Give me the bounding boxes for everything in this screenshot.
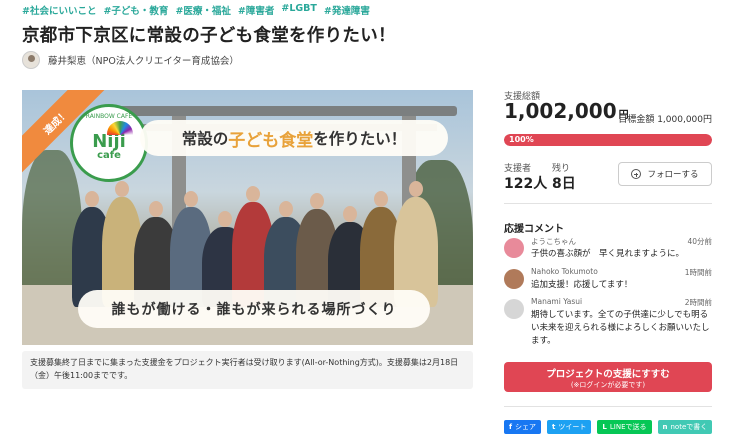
share-label: noteで書く — [670, 423, 708, 431]
rainbow-icon — [107, 121, 133, 135]
hero-banner-bottom: 誰もが働ける・誰もが来られる場所づくり — [78, 290, 430, 328]
line-icon: L — [602, 423, 607, 431]
total-amount: 1,002,000 円 — [504, 99, 629, 123]
total-amount-value: 1,002,000 — [504, 99, 617, 123]
commenter-name[interactable]: ようこちゃん — [531, 236, 576, 247]
project-owner[interactable]: 藤井梨恵（NPO法人クリエイター育成協会） — [22, 51, 239, 69]
supporters-count: 122人 — [504, 176, 548, 192]
tag-link[interactable]: #医療・福祉 — [175, 3, 230, 17]
follow-button-label: フォローする — [647, 170, 699, 180]
owner-avatar — [22, 51, 40, 69]
comment-time: 40分前 — [687, 237, 712, 246]
share-label: ツイート — [558, 423, 587, 431]
comment-item: ようこちゃん 40分前 子供の喜ぶ顔が 早く見れますように。 — [504, 236, 712, 266]
comment-text: 期待しています。全ての子供達に少しでも明るい未来を迎えられる様によろしくお願いい… — [531, 310, 710, 346]
support-button-sublabel: (※ログインが必要です) — [570, 381, 646, 389]
funding-notice: 支援募集終了日までに集まった支援金をプロジェクト実行者は受け取ります(All-o… — [22, 351, 473, 389]
banner-top-pre: 常設の — [181, 130, 229, 148]
niji-cafe-logo: RAINBOW CAFE Niji cafe — [70, 104, 148, 182]
note-icon: n — [662, 423, 668, 431]
logo-sub: cafe — [97, 150, 121, 161]
logo-word: Niji — [92, 131, 126, 152]
page-title: 京都市下京区に常設の子ども食堂を作りたい！ — [22, 26, 396, 46]
comments-heading: 応援コメント — [504, 224, 564, 235]
share-label: シェア — [515, 423, 537, 431]
remaining-days: 8日 — [552, 176, 576, 192]
comment-time: 2時間前 — [684, 298, 712, 307]
divider — [504, 203, 712, 204]
share-label: LINEで送る — [609, 423, 647, 431]
comment-item: Nahoko Tokumoto 1時間前 追加支援！応援してます！ — [504, 267, 712, 297]
tag-link[interactable]: #子ども・教育 — [103, 3, 168, 17]
commenter-name[interactable]: Manami Yasui — [531, 297, 582, 306]
commenter-avatar[interactable] — [504, 299, 524, 319]
commenter-name[interactable]: Nahoko Tokumoto — [531, 267, 598, 276]
tag-link[interactable]: #LGBT — [281, 3, 317, 17]
note-share-button[interactable]: n noteで書く — [657, 420, 713, 434]
divider — [504, 406, 712, 407]
plus-circle-icon — [631, 169, 642, 179]
tag-link[interactable]: #発達障害 — [324, 3, 370, 17]
group-photo-people — [72, 177, 442, 307]
goal-amount: 目標金額 1,000,000円 — [618, 115, 712, 125]
progress-bar-fill — [504, 134, 712, 146]
facebook-icon: f — [509, 423, 513, 431]
support-project-button[interactable]: プロジェクトの支援にすすむ (※ログインが必要です) — [504, 362, 712, 392]
tag-link[interactable]: #障害者 — [238, 3, 274, 17]
comment-time: 1時間前 — [684, 268, 712, 277]
progress-percent: 100% — [509, 135, 534, 144]
progress-bar: 100% — [504, 134, 712, 146]
share-buttons: f シェア t ツイート L LINEで送る n noteで書く — [504, 420, 713, 434]
support-button-label: プロジェクトの支援にすすむ — [546, 369, 670, 380]
banner-top-highlight: 子ども食堂 — [228, 130, 314, 151]
comment-item: Manami Yasui 2時間前 期待しています。全ての子供達に少しでも明るい… — [504, 297, 712, 347]
project-hero-image: 達成！ RAINBOW CAFE Niji cafe 常設の 子ども食堂 を作りたい… — [22, 90, 473, 345]
logo-arc-text: RAINBOW CAFE — [85, 113, 133, 120]
owner-name[interactable]: 藤井梨恵（NPO法人クリエイター育成協会） — [48, 53, 239, 67]
facebook-share-button[interactable]: f シェア — [504, 420, 542, 434]
tag-link[interactable]: #社会にいいこと — [22, 3, 96, 17]
twitter-share-button[interactable]: t ツイート — [547, 420, 592, 434]
line-share-button[interactable]: L LINEで送る — [597, 420, 652, 434]
tag-list: #社会にいいこと #子ども・教育 #医療・福祉 #障害者 #LGBT #発達障害 — [22, 3, 370, 17]
commenter-avatar[interactable] — [504, 238, 524, 258]
follow-button[interactable]: フォローする — [618, 162, 712, 186]
twitter-icon: t — [552, 423, 556, 431]
comment-text: 子供の喜ぶ顔が 早く見れますように。 — [531, 249, 685, 259]
commenter-avatar[interactable] — [504, 269, 524, 289]
banner-top-post: を作りたい！ — [313, 130, 407, 148]
hero-banner-top: 常設の 子ども食堂 を作りたい！ — [140, 120, 448, 156]
torii-gate-top — [117, 106, 457, 116]
comment-text: 追加支援！応援してます！ — [531, 280, 633, 290]
